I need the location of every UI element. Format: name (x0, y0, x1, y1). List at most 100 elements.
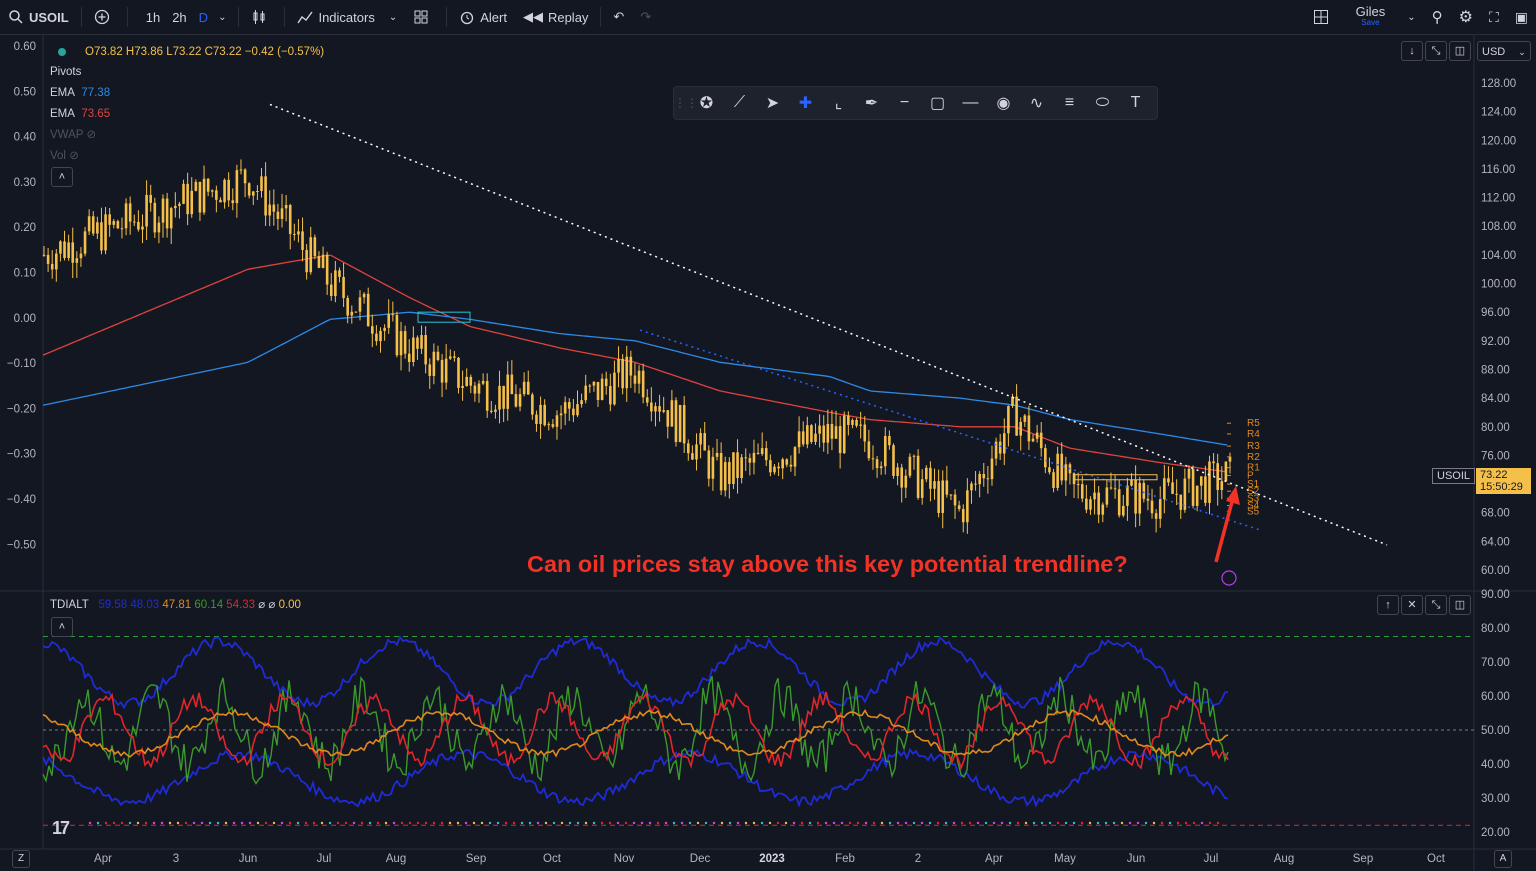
candle-body (112, 221, 116, 225)
text-icon[interactable]: T (1119, 94, 1152, 112)
tdi-legend[interactable]: TDIALT 59.58 48.03 47.81 60.14 54.33 ⌀ ⌀… (50, 598, 301, 612)
vwap-legend[interactable]: VWAP ⊘ (50, 128, 96, 142)
pivots-legend[interactable]: Pivots (50, 65, 81, 79)
collapse-legend-button[interactable]: ˄ (51, 167, 73, 187)
timeframe-d[interactable]: D (199, 10, 208, 25)
price-chart[interactable]: R5R4R3R2R1PS1S2S3S4S5 128.00124.00120.00… (0, 35, 1536, 871)
tdi-signal-dot (992, 821, 996, 825)
pane-down-button[interactable]: ↓ (1401, 41, 1423, 61)
tdi-signal-dot (136, 821, 140, 825)
snapshot-button[interactable]: ▣ (1507, 0, 1536, 34)
candle-body (1105, 487, 1109, 505)
candle-body (350, 311, 354, 316)
layout-icon (1313, 10, 1328, 24)
horizontal-line-icon[interactable]: − (888, 94, 921, 112)
timeframe-2h[interactable]: 2h (172, 10, 186, 25)
candle-body (63, 241, 66, 258)
ema1-legend[interactable]: EMA 77.38 (50, 86, 110, 100)
chevron-down-icon[interactable]: ⌄ (1399, 0, 1423, 34)
alert-button[interactable]: Alert (451, 0, 515, 34)
time-tick-label: Nov (614, 853, 635, 865)
hidden-eye-icon[interactable]: ⊘ (86, 129, 96, 141)
indicators-button[interactable]: Indicators ⌄ (289, 0, 405, 34)
candle-body (937, 481, 940, 513)
chevron-down-icon[interactable]: ⌄ (389, 12, 397, 23)
candle-body (182, 183, 185, 204)
timeframe-1h[interactable]: 1h (146, 10, 160, 25)
tdi-up-button[interactable]: ↑ (1377, 595, 1399, 615)
crosshair-icon[interactable]: ✚ (789, 93, 822, 113)
collapse-tdi-legend-button[interactable]: ˄ (51, 617, 73, 637)
tdi-more-button[interactable]: ◫ (1449, 595, 1471, 615)
tdi-signal-dot (488, 821, 492, 825)
candle-body (371, 326, 374, 334)
rectangle-icon[interactable]: ▢ (921, 93, 954, 113)
timezone-button[interactable]: Z (12, 850, 30, 868)
candle-body (1076, 484, 1080, 486)
candle-body (818, 425, 821, 434)
layout-button[interactable] (1305, 0, 1342, 34)
compare-button[interactable] (86, 0, 123, 34)
candle-body (773, 466, 776, 473)
layouts-button[interactable] (405, 0, 442, 34)
tdi-signal-dot (720, 821, 724, 825)
candle-body (457, 357, 460, 388)
cursor-icon[interactable]: ➤ (756, 93, 789, 113)
tdi-signal-dot (1104, 821, 1108, 825)
symbol-search[interactable]: USOIL (0, 0, 77, 34)
ellipse-icon[interactable]: ⬭ (1086, 94, 1119, 112)
candle-body (1130, 479, 1133, 486)
candle-body (1085, 498, 1088, 510)
text-cursor-icon[interactable]: ⌞ (822, 93, 855, 113)
candle-body (892, 445, 895, 476)
tdi-maximize-button[interactable]: ⤡ (1425, 595, 1447, 615)
trend-line-icon[interactable]: ⟋ (723, 94, 756, 112)
vol-legend[interactable]: Vol ⊘ (50, 149, 79, 163)
redo-button[interactable]: ↷ (632, 0, 659, 34)
currency-select[interactable]: USD ⌄ (1477, 41, 1531, 61)
candle-body (1134, 479, 1137, 514)
pattern-icon[interactable]: ∿ (1020, 93, 1053, 113)
hidden-eye-icon[interactable]: ⊘ (69, 150, 79, 162)
candle-body (169, 208, 173, 229)
candle-body (485, 381, 489, 411)
candle-body (1126, 485, 1129, 506)
fib-icon[interactable]: ≡ (1053, 94, 1086, 112)
ray-icon[interactable]: — (954, 94, 987, 112)
favorites-icon[interactable]: ✪ (690, 93, 723, 113)
drag-handle-icon[interactable]: ⋮⋮ (674, 96, 698, 110)
tdi-signal-dot (224, 821, 228, 825)
pane-maximize-button[interactable]: ⤡ (1425, 41, 1447, 61)
tdi-signal-dot (392, 821, 396, 825)
chart-annotation[interactable]: Can oil prices stay above this key poten… (527, 551, 1128, 578)
pane-more-button[interactable]: ◫ (1449, 41, 1471, 61)
circle-icon[interactable]: ◉ (987, 93, 1020, 113)
candle-body (100, 222, 103, 251)
candle-body (1122, 505, 1125, 516)
tdi-signal-dot (480, 821, 484, 825)
candle-body (1224, 461, 1228, 482)
replay-button[interactable]: ◀◀ Replay (515, 0, 596, 34)
chart-type-button[interactable] (243, 0, 280, 34)
candle-body (879, 466, 883, 469)
brush-icon[interactable]: ✒ (855, 93, 888, 113)
quick-search-button[interactable]: ⚲ (1424, 0, 1451, 34)
candle-body (658, 406, 661, 412)
settings-button[interactable]: ⚙ (1451, 0, 1481, 34)
candle-body (75, 258, 79, 263)
user-menu[interactable]: Giles Save (1342, 0, 1400, 34)
undo-button[interactable]: ↶ (605, 0, 632, 34)
candle-body (1113, 488, 1117, 490)
candle-body (760, 448, 764, 455)
auto-scale-button[interactable]: A (1494, 850, 1512, 868)
chevron-down-icon[interactable]: ⌄ (218, 12, 226, 23)
tdi-signal-dot (904, 821, 908, 825)
tradingview-logo[interactable]: 17 (52, 818, 70, 839)
rewind-icon: ◀◀ (522, 9, 543, 24)
tdi-close-button[interactable]: ✕ (1401, 595, 1423, 615)
fullscreen-button[interactable]: ⛶ (1481, 0, 1507, 34)
candle-body (682, 405, 686, 444)
ema2-legend[interactable]: EMA 73.65 (50, 107, 110, 121)
candle-body (641, 370, 645, 398)
candle-body (744, 457, 748, 459)
